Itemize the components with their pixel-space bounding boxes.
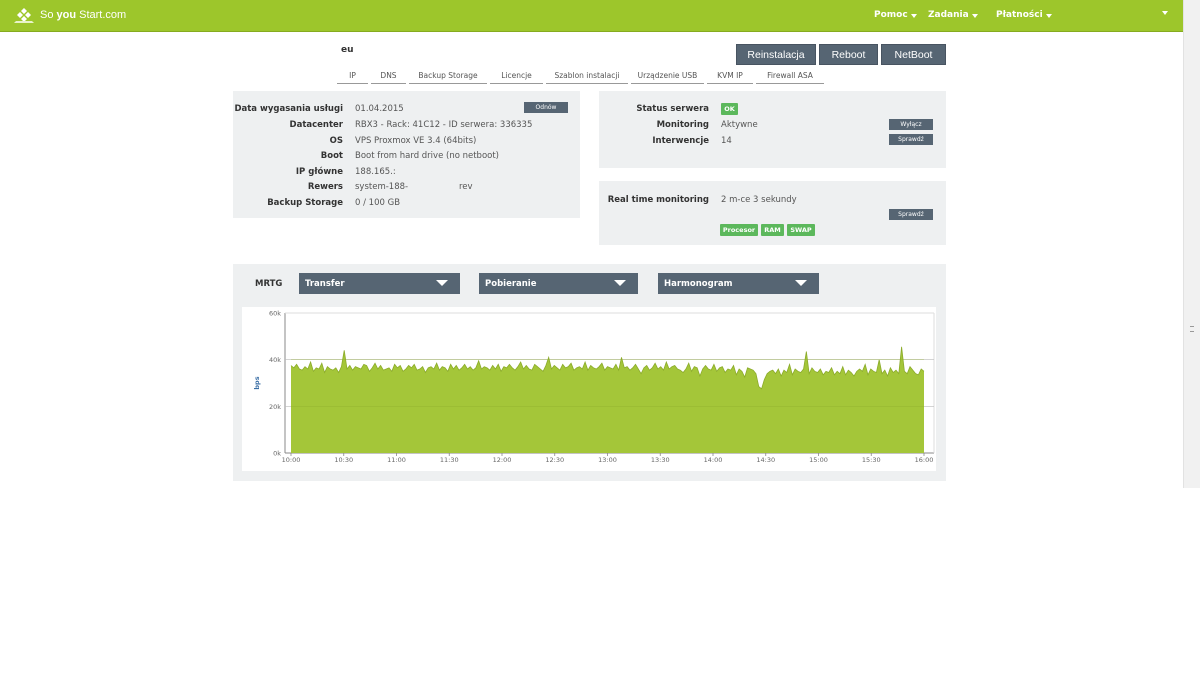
server-tabs: IP DNS Backup Storage Licencje Szablon i… <box>337 70 824 84</box>
tag-procesor[interactable]: Procesor <box>720 224 758 236</box>
server-info-panel: Data wygasania usługi 01.04.2015 Odnów D… <box>233 91 580 218</box>
logo[interactable]: So you Start.com <box>14 7 126 23</box>
renew-button[interactable]: Odnów <box>524 102 568 113</box>
y-tick-label: 20k <box>269 403 281 411</box>
datacenter-label: Datacenter <box>289 120 343 130</box>
logo-icon <box>14 8 34 23</box>
expiry-label: Data wygasania usługi <box>234 104 343 114</box>
y-tick-label: 60k <box>269 310 281 318</box>
scrollbar-grip-icon <box>1190 326 1194 332</box>
tag-ram[interactable]: RAM <box>761 224 784 236</box>
tab-licencje[interactable]: Licencje <box>490 70 543 84</box>
tab-backup-storage[interactable]: Backup Storage <box>409 70 487 84</box>
x-tick-label: 12:30 <box>545 456 564 464</box>
mrtg-chart: 0k 20k 40k 60k 10:00 10:30 11:00 11:30 12:00 12:3… <box>242 307 936 471</box>
x-tick-label: 11:30 <box>440 456 459 464</box>
datacenter-value: RBX3 - Rack: 41C12 - ID serwera: 336335 <box>355 120 533 130</box>
y-axis-label: bps <box>253 376 261 389</box>
realtime-value: 2 m-ce 3 sekundy <box>721 195 797 205</box>
realtime-monitoring-panel: Real time monitoring 2 m-ce 3 sekundy Sp… <box>599 181 946 245</box>
boot-label: Boot <box>320 151 343 161</box>
chevron-down-icon <box>910 13 917 18</box>
chevron-down-icon <box>1045 13 1052 18</box>
series-area <box>291 346 924 453</box>
x-tick-label: 15:00 <box>809 456 828 464</box>
reverse-label: Rewers <box>307 182 343 192</box>
x-tick-label: 13:00 <box>598 456 617 464</box>
reboot-button[interactable]: Reboot <box>819 44 878 65</box>
server-status-panel: Status serwera OK Monitoring Aktywne Wył… <box>599 91 946 168</box>
check-realtime-button[interactable]: Sprawdź <box>889 209 933 220</box>
tab-ip[interactable]: IP <box>337 70 368 84</box>
direction-dropdown-value: Pobieranie <box>485 278 537 289</box>
x-tick-label: 15:30 <box>862 456 881 464</box>
y-tick-label: 0k <box>273 450 281 458</box>
main-ip-value: 188.165.: <box>355 167 396 177</box>
x-tick-label: 11:00 <box>387 456 406 464</box>
vertical-scrollbar[interactable] <box>1183 0 1200 488</box>
reinstall-button[interactable]: Reinstalacja <box>736 44 816 65</box>
boot-value: Boot from hard drive (no netboot) <box>355 151 500 161</box>
backup-storage-value: 0 / 100 GB <box>355 198 401 208</box>
tab-urzadzenie-usb[interactable]: Urządzenie USB <box>631 70 704 84</box>
period-dropdown-value: Harmonogram <box>664 278 733 289</box>
tag-swap[interactable]: SWAP <box>787 224 815 236</box>
x-tick-label: 13:30 <box>651 456 670 464</box>
nav-zadania-label: Zadania <box>928 10 969 20</box>
server-name: eu <box>341 45 354 55</box>
os-label: OS <box>329 136 343 146</box>
transfer-dropdown[interactable]: Transfer <box>299 273 460 294</box>
nav-pomoc-label: Pomoc <box>874 10 908 20</box>
x-tick-label: 10:00 <box>282 456 301 464</box>
transfer-dropdown-value: Transfer <box>305 278 345 289</box>
tab-kvm-ip[interactable]: KVM IP <box>707 70 753 84</box>
triangle-down-icon <box>795 280 807 286</box>
expiry-value: 01.04.2015 <box>355 104 404 114</box>
nav-platnosci[interactable]: Płatności <box>996 10 1052 20</box>
tab-szablon-instalacji[interactable]: Szablon instalacji <box>546 70 628 84</box>
y-tick-label: 40k <box>269 356 281 364</box>
x-tick-label: 12:00 <box>493 456 512 464</box>
nav-pomoc[interactable]: Pomoc <box>874 10 917 20</box>
chevron-down-icon <box>1162 11 1168 15</box>
status-ok-badge: OK <box>721 103 738 115</box>
nav-platnosci-label: Płatności <box>996 10 1043 20</box>
x-tick-label: 16:00 <box>915 456 934 464</box>
monitoring-value: Aktywne <box>721 120 758 130</box>
disable-monitoring-button[interactable]: Wyłącz <box>889 119 933 130</box>
interventions-label: Interwencje <box>652 136 709 146</box>
triangle-down-icon <box>614 280 626 286</box>
x-tick-label: 14:30 <box>756 456 775 464</box>
check-interventions-button[interactable]: Sprawdź <box>889 134 933 145</box>
logo-text: So you Start.com <box>40 9 127 21</box>
reverse-suffix: rev <box>459 182 473 192</box>
os-value: VPS Proxmox VE 3.4 (64bits) <box>355 136 477 146</box>
tab-firewall-asa[interactable]: Firewall ASA <box>756 70 824 84</box>
x-tick-label: 10:30 <box>334 456 353 464</box>
chevron-down-icon <box>971 13 978 18</box>
x-tick-label: 14:00 <box>704 456 723 464</box>
reverse-value: system-188- <box>355 182 409 192</box>
interventions-value: 14 <box>721 136 732 146</box>
period-dropdown[interactable]: Harmonogram <box>658 273 819 294</box>
account-menu[interactable] <box>1162 10 1168 15</box>
mrtg-label: MRTG <box>255 279 283 289</box>
page: So you Start.com Pomoc Zadania Płatności… <box>0 0 1200 675</box>
realtime-label: Real time monitoring <box>607 195 709 205</box>
monitoring-label: Monitoring <box>656 120 709 130</box>
main-ip-label: IP główne <box>295 167 343 177</box>
nav-zadania[interactable]: Zadania <box>928 10 978 20</box>
triangle-down-icon <box>436 280 448 286</box>
direction-dropdown[interactable]: Pobieranie <box>479 273 638 294</box>
backup-storage-label: Backup Storage <box>267 198 343 208</box>
top-navbar: So you Start.com Pomoc Zadania Płatności <box>0 0 1183 32</box>
tab-dns[interactable]: DNS <box>371 70 406 84</box>
mrtg-chart-svg: 0k 20k 40k 60k 10:00 10:30 11:00 11:30 12:00 12:3… <box>253 310 935 464</box>
server-status-label: Status serwera <box>636 104 709 114</box>
netboot-button[interactable]: NetBoot <box>881 44 946 65</box>
